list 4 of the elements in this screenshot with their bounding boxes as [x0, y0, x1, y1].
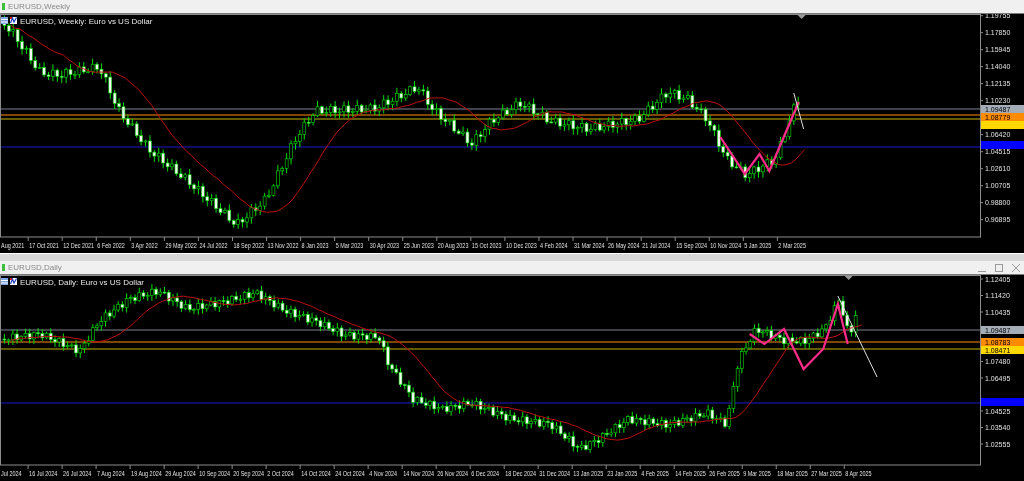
chart-symbol-label: EURUSD, Weekly: Euro vs US Dollar [20, 16, 153, 26]
chart-symbol-label: EURUSD, Daily: Euro vs US Dollar [20, 277, 145, 287]
window-title: EURUSD,Daily [8, 263, 62, 272]
window-title: EURUSD,Weekly [8, 2, 71, 11]
